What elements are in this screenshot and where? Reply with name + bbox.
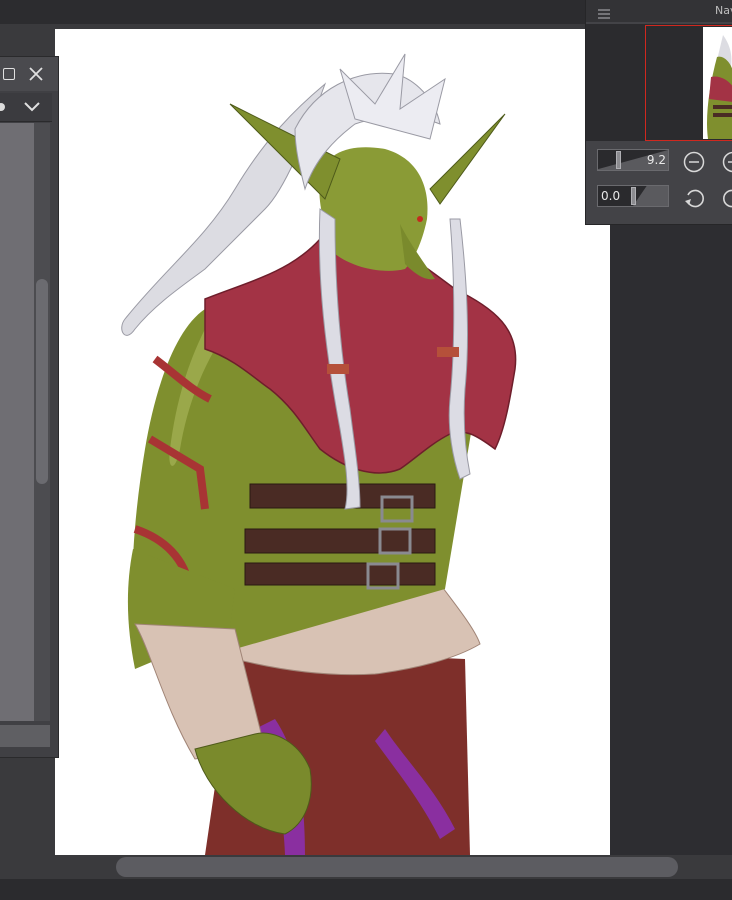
navigator-title: Nav [715, 4, 732, 17]
rotation-slider-knob[interactable] [631, 187, 636, 205]
zoom-slider-knob[interactable] [616, 151, 621, 169]
rotate-reset-icon[interactable] [683, 187, 705, 209]
zoom-in-icon[interactable] [722, 151, 732, 173]
drawing-canvas[interactable] [55, 29, 610, 855]
panel-toolbar [0, 93, 52, 122]
zoom-value: 9.2 [646, 153, 666, 167]
zoom-slider[interactable]: 9.2 [597, 149, 669, 171]
horizontal-scroll-thumb[interactable] [116, 857, 678, 877]
rotate-icon[interactable] [722, 187, 732, 209]
horizontal-scrollbar[interactable] [0, 855, 732, 879]
rotation-value: 0.0 [601, 189, 621, 203]
panel-scroll-thumb[interactable] [36, 279, 48, 484]
navigator-view-frame[interactable] [645, 25, 732, 141]
option-dot-icon[interactable] [0, 103, 5, 111]
floating-panel [0, 56, 59, 758]
panel-list-area[interactable] [0, 123, 34, 721]
hamburger-icon[interactable] [597, 5, 611, 19]
status-bar [0, 879, 732, 900]
navigator-panel: Nav 9.2 0.0 [585, 0, 732, 225]
panel-bottom-row [0, 725, 50, 747]
close-icon[interactable] [27, 65, 45, 83]
goblin-artwork [121, 53, 517, 855]
rotation-slider[interactable]: 0.0 [597, 185, 669, 207]
chevron-down-icon[interactable] [22, 99, 42, 115]
navigator-header: Nav [586, 0, 732, 22]
maximize-icon[interactable] [3, 68, 15, 80]
zoom-out-icon[interactable] [683, 151, 705, 173]
